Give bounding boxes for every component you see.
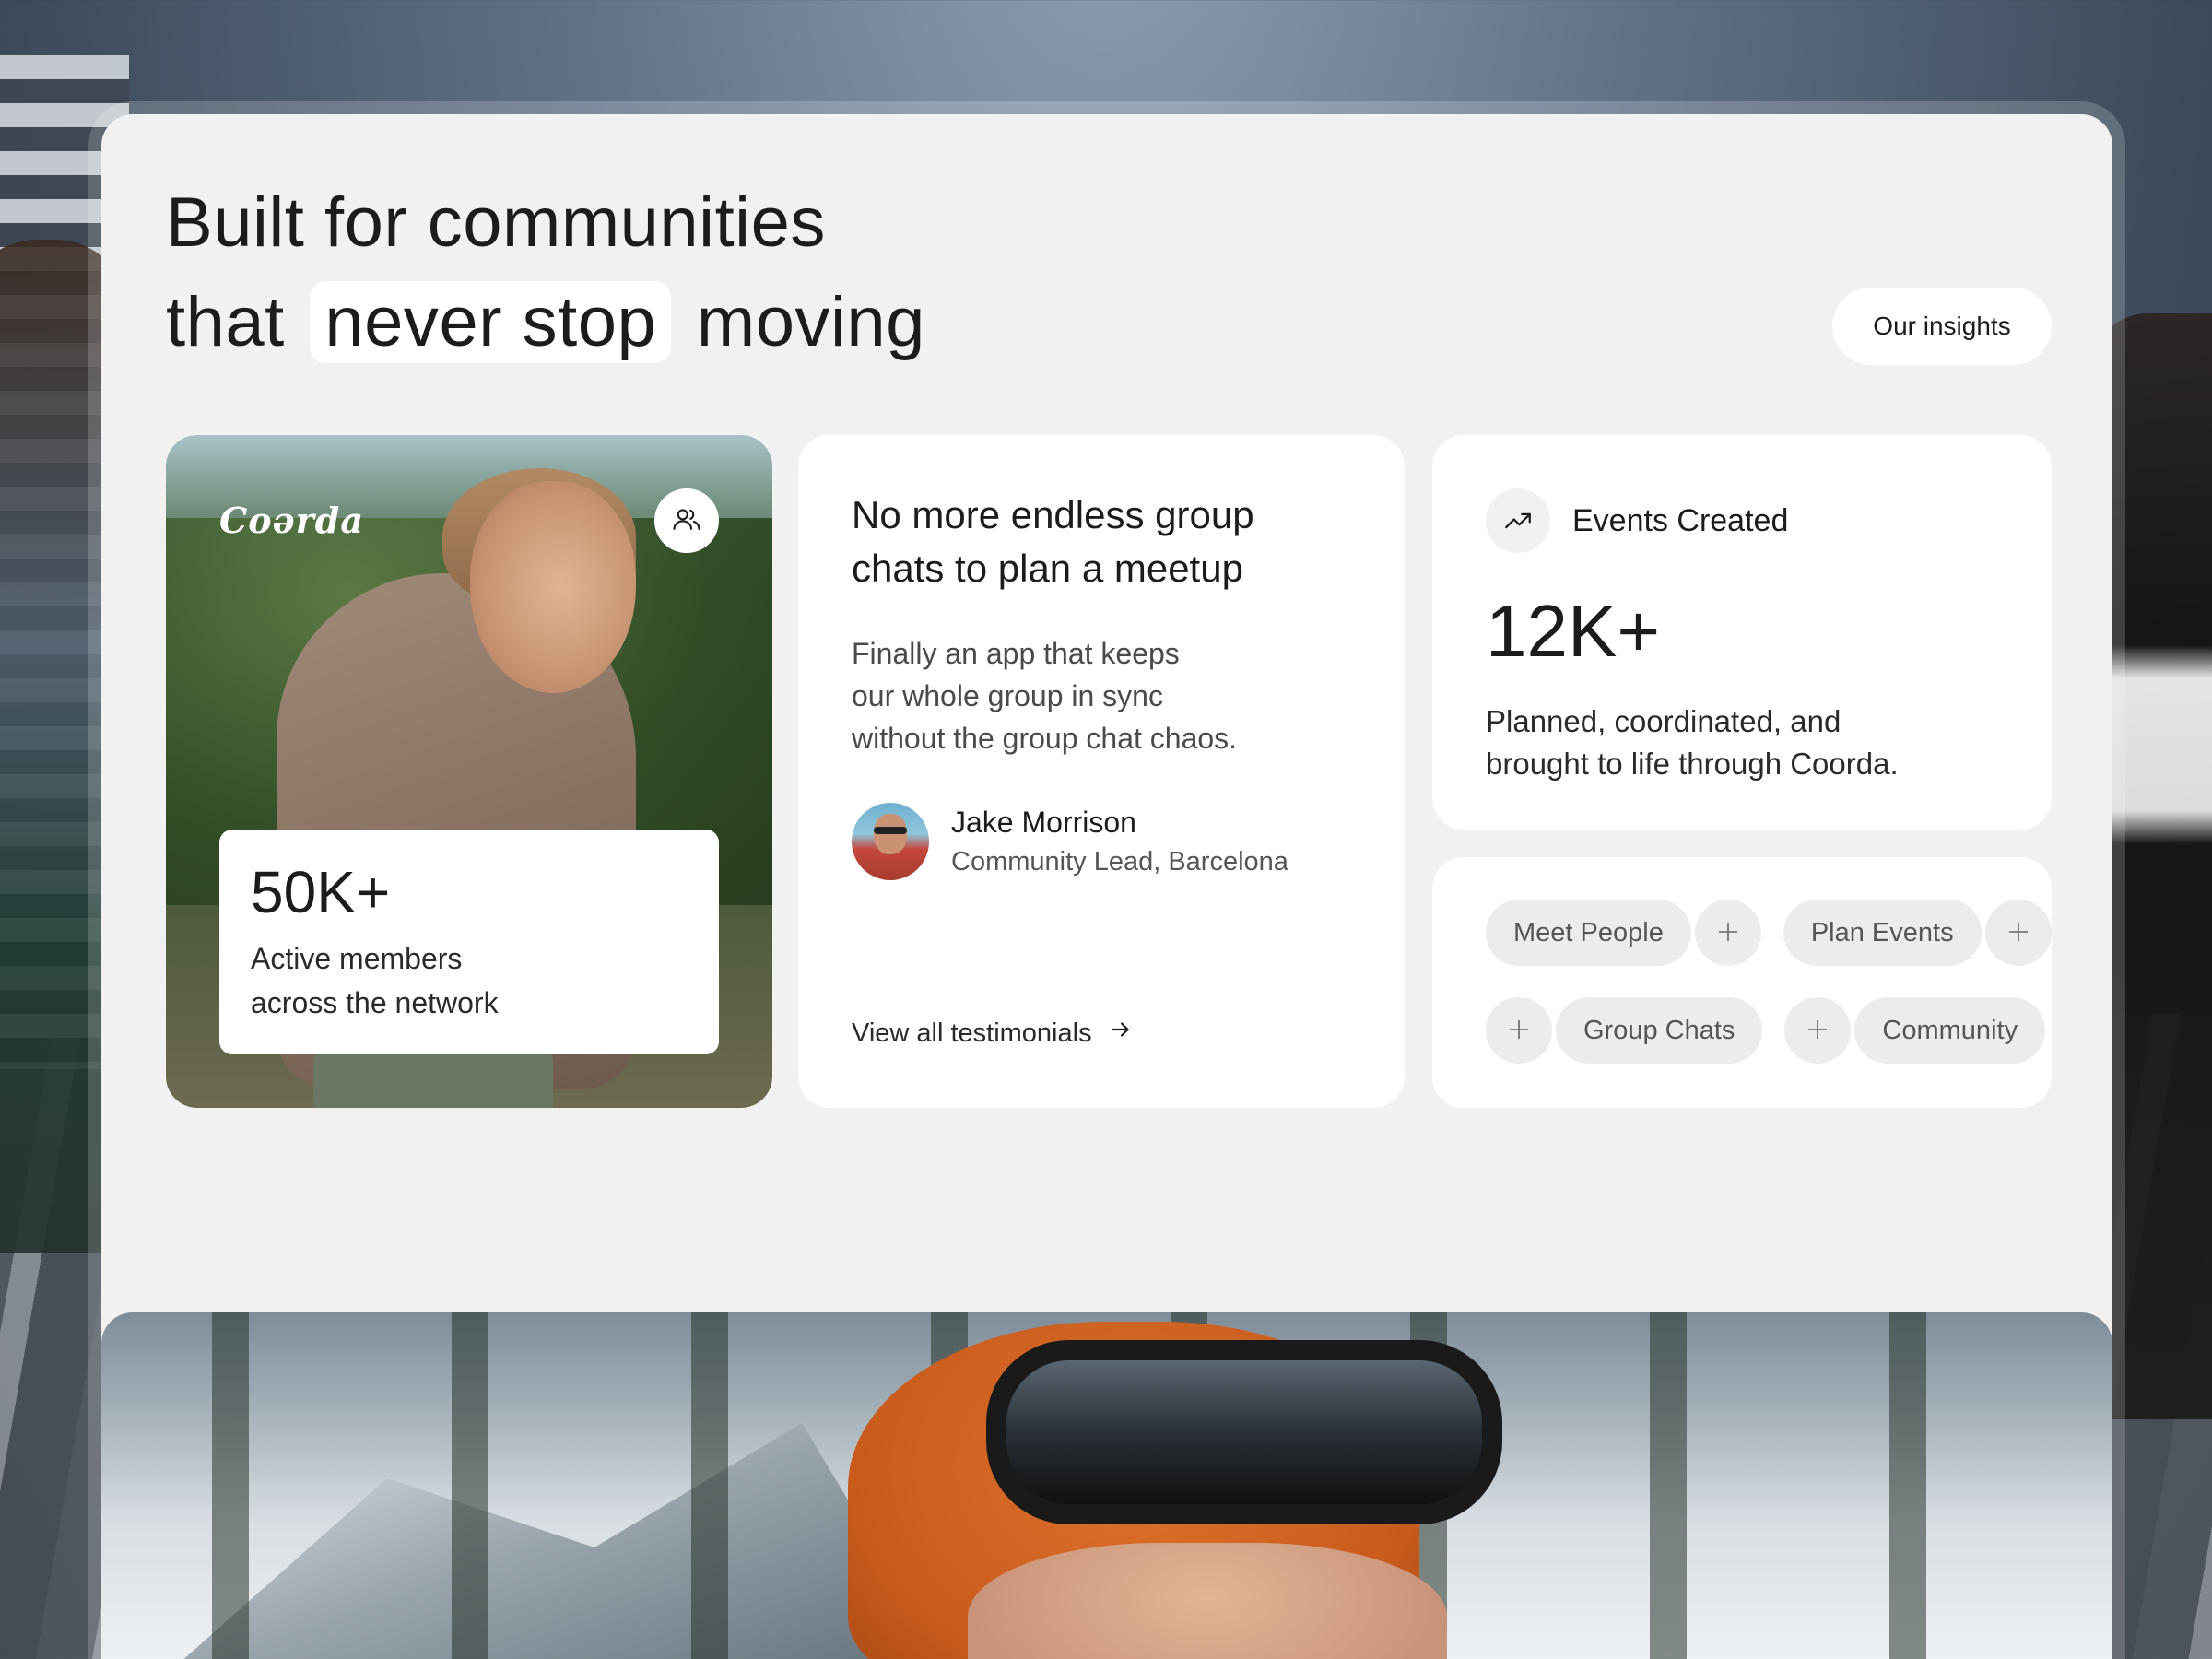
view-all-label: View all testimonials [852, 1018, 1092, 1048]
avatar [852, 803, 929, 880]
members-label: Active members across the network [251, 942, 499, 1019]
events-card: Events Created 12K+ Planned, coordinated… [1432, 435, 2052, 830]
arrow-right-icon [1109, 1018, 1133, 1049]
events-description: Planned, coordinated, and brought to lif… [1486, 704, 1899, 781]
testimonial-title: No more endless group chats to plan a me… [852, 493, 1254, 590]
title-highlight: never stop [310, 281, 672, 363]
tags-card: Meet People Plan Events Group Chats Comm… [1432, 857, 2052, 1108]
skier-photo [101, 1312, 2112, 1659]
plus-icon [1805, 1017, 1830, 1045]
tag-row: Meet People Plan Events [1486, 900, 2052, 966]
plus-icon [2006, 919, 2031, 947]
events-label: Events Created [1572, 502, 1789, 538]
add-group-chats-button[interactable] [1486, 997, 1552, 1064]
tag-meet-people[interactable]: Meet People [1486, 900, 1691, 966]
our-insights-button[interactable]: Our insights [1832, 288, 2052, 365]
author-name: Jake Morrison [951, 806, 1136, 839]
members-button[interactable] [654, 488, 719, 553]
tag-plan-events[interactable]: Plan Events [1783, 900, 1982, 966]
title-line-1: Built for communities [166, 183, 826, 262]
trending-up-icon [1486, 488, 1550, 553]
tag-group-chats[interactable]: Group Chats [1556, 997, 1763, 1064]
add-community-button[interactable] [1784, 997, 1852, 1064]
events-count: 12K+ [1486, 590, 1661, 672]
testimonial-author: Jake Morrison Community Lead, Barcelona [852, 802, 1288, 881]
author-role: Community Lead, Barcelona [951, 847, 1288, 877]
brand-logo: Coərda [219, 500, 364, 541]
users-icon [671, 504, 702, 538]
members-photo-card: Coərda 50K+ Active members across the ne… [166, 435, 772, 1108]
title-line-2-end: moving [696, 283, 925, 361]
testimonial-card: No more endless group chats to plan a me… [798, 435, 1405, 1108]
add-plan-events-button[interactable] [1984, 900, 2052, 966]
view-all-testimonials-link[interactable]: View all testimonials [852, 1018, 1133, 1049]
testimonial-quote: Finally an app that keeps our whole grou… [852, 637, 1238, 755]
add-meet-people-button[interactable] [1694, 900, 1761, 966]
tag-community[interactable]: Community [1854, 997, 2046, 1064]
title-line-2-start: that [166, 283, 285, 361]
plus-icon [1715, 919, 1741, 947]
members-count: 50K+ [251, 859, 391, 925]
plus-icon [1506, 1017, 1532, 1045]
page-title: Built for communities that never stop mo… [166, 173, 925, 372]
tag-row: Group Chats Community [1486, 997, 2052, 1064]
members-stat: 50K+ Active members across the network [219, 830, 719, 1054]
